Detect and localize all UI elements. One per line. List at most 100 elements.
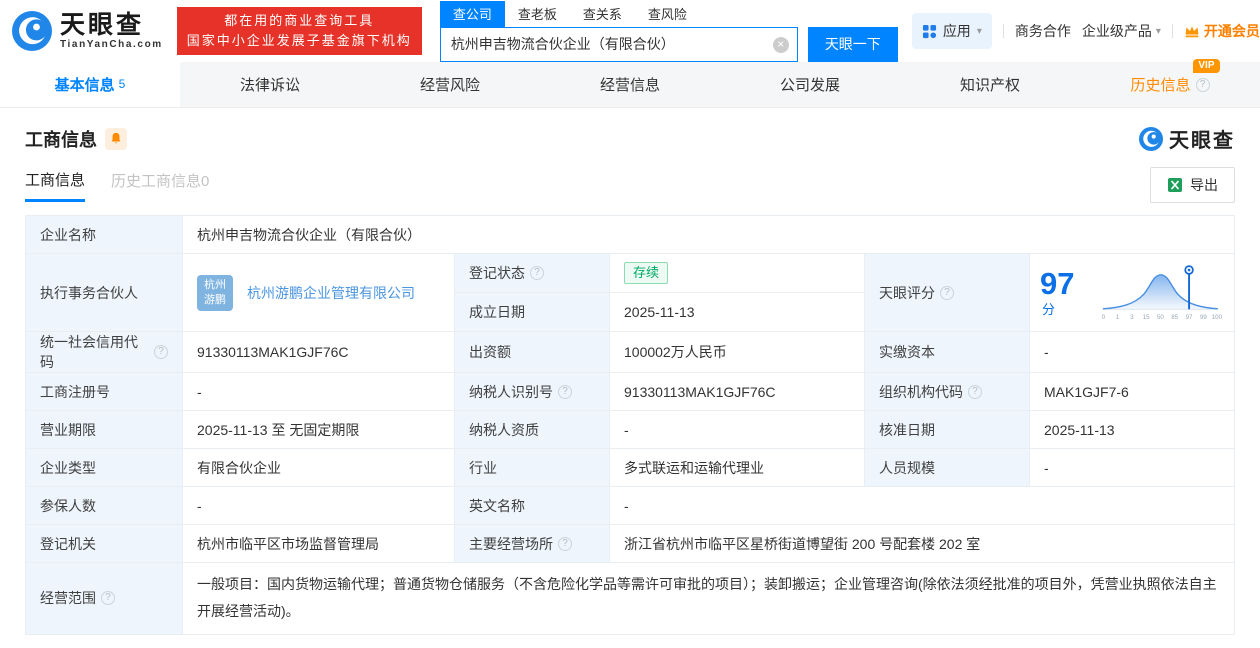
logo-title: 天眼查 bbox=[60, 10, 145, 39]
brand-slogan: 都在用的商业查询工具 国家中小企业发展子基金旗下机构 bbox=[176, 6, 422, 56]
field-label: 企业名称 bbox=[26, 216, 183, 254]
reg-number-value: - bbox=[183, 373, 455, 411]
capital-value: 100002万人民币 bbox=[610, 332, 865, 373]
crown-icon bbox=[1185, 26, 1199, 38]
tab-label: 知识产权 bbox=[959, 77, 1020, 94]
industry-value: 多式联运和运输代理业 bbox=[610, 449, 865, 487]
help-icon[interactable]: ? bbox=[154, 345, 168, 359]
paid-capital-value: - bbox=[1030, 332, 1234, 373]
table-row: 经营范围 ? 一般项目：国内货物运输代理；普通货物仓储服务（不含危险化学品等需许… bbox=[26, 563, 1234, 634]
partner-avatar[interactable]: 杭州 游鹏 bbox=[197, 274, 233, 311]
search-tab-relation[interactable]: 查关系 bbox=[570, 1, 635, 27]
search-tab-boss[interactable]: 查老板 bbox=[505, 1, 570, 27]
tianyancha-logo[interactable]: 天眼查 TianYanCha.com bbox=[12, 11, 163, 51]
business-term-value: 2025-11-13 至 无固定期限 bbox=[183, 411, 455, 449]
nav-apps[interactable]: 应用 ▾ bbox=[911, 13, 992, 49]
company-tabbar: 基本信息 5 法律诉讼 经营风险 经营信息 公司发展 知识产权 VIP 历史信息… bbox=[0, 59, 1260, 108]
nav-enterprise-label: 企业级产品 bbox=[1081, 23, 1152, 39]
nav-business-label: 商务合作 bbox=[1014, 23, 1071, 39]
subtab-business-info[interactable]: 工商信息 bbox=[25, 169, 86, 202]
tab-basic-info[interactable]: 基本信息 5 bbox=[0, 62, 180, 107]
help-icon[interactable]: ? bbox=[530, 266, 544, 280]
subtab-history-business-info[interactable]: 历史工商信息0 bbox=[111, 170, 209, 200]
tab-label: 经营风险 bbox=[419, 77, 480, 94]
help-icon[interactable]: ? bbox=[940, 285, 954, 300]
field-label: 企业类型 bbox=[26, 449, 183, 487]
help-icon[interactable]: ? bbox=[968, 384, 982, 399]
svg-text:1: 1 bbox=[1116, 313, 1120, 320]
partner-company-link[interactable]: 杭州游鹏企业管理有限公司 bbox=[247, 283, 415, 303]
field-label: 成立日期 bbox=[455, 293, 610, 332]
nav-business-cooperation[interactable]: 商务合作 bbox=[1015, 21, 1071, 41]
table-row: 企业名称 杭州申吉物流合伙企业（有限合伙） bbox=[26, 216, 1234, 254]
bell-icon bbox=[111, 132, 121, 144]
subscribe-bell-button[interactable] bbox=[105, 127, 127, 150]
help-icon[interactable]: ? bbox=[558, 536, 572, 551]
excel-icon bbox=[1168, 178, 1182, 192]
taxpayer-id-value: 91330113MAK1GJF76C bbox=[610, 373, 865, 411]
score-number: 97 bbox=[1040, 265, 1075, 301]
slogan-line2: 国家中小企业发展子基金旗下机构 bbox=[186, 33, 412, 48]
svg-text:100: 100 bbox=[1212, 313, 1223, 320]
field-label: 登记机关 bbox=[26, 525, 183, 563]
table-row: 登记机关 杭州市临平区市场监督管理局 主要经营场所 ? 浙江省杭州市临平区星桥街… bbox=[26, 525, 1234, 563]
field-label: 英文名称 bbox=[455, 487, 610, 525]
org-code-value: MAK1GJF7-6 bbox=[1030, 373, 1234, 411]
field-label: 纳税人识别号 ? bbox=[455, 373, 610, 411]
tab-intellectual-property[interactable]: 知识产权 bbox=[900, 62, 1080, 107]
divider bbox=[1171, 24, 1173, 38]
tianyancha-watermark: 天眼查 bbox=[1139, 124, 1235, 153]
search-tab-risk[interactable]: 查风险 bbox=[635, 1, 700, 27]
top-nav: 应用 ▾ 商务合作 企业级产品 ▾ 开通会员 ▾ bbox=[911, 13, 1260, 49]
logo-subtitle: TianYanCha.com bbox=[60, 39, 163, 51]
search-tab-company[interactable]: 查公司 bbox=[439, 0, 505, 27]
registration-status-value: 存续 bbox=[610, 254, 865, 293]
table-row: 营业期限 2025-11-13 至 无固定期限 纳税人资质 - 核准日期 202… bbox=[26, 411, 1234, 449]
field-label: 实缴资本 bbox=[865, 332, 1030, 373]
business-info-section: 工商信息 天眼查 工商信息 历史工商信息0 导出 企业名称 杭州申吉物流合伙企业… bbox=[0, 108, 1260, 635]
help-icon[interactable]: ? bbox=[1195, 77, 1210, 92]
clear-search-icon[interactable]: × bbox=[772, 36, 789, 53]
nav-enterprise-products[interactable]: 企业级产品 ▾ bbox=[1082, 21, 1161, 41]
section-title: 工商信息 bbox=[25, 129, 97, 150]
search-button[interactable]: 天眼一下 bbox=[807, 26, 898, 62]
help-icon[interactable]: ? bbox=[101, 591, 115, 606]
svg-text:85: 85 bbox=[1172, 313, 1179, 320]
search-input[interactable] bbox=[439, 26, 798, 62]
tianyan-score-value: 97分 0 1 3 15 50 85 97 99 100 bbox=[1030, 254, 1234, 332]
field-label: 核准日期 bbox=[865, 411, 1030, 449]
export-button[interactable]: 导出 bbox=[1150, 167, 1235, 203]
tab-operation-info[interactable]: 经营信息 bbox=[540, 62, 720, 107]
chevron-down-icon: ▾ bbox=[976, 25, 982, 37]
field-label: 行业 bbox=[455, 449, 610, 487]
tab-legal-litigation[interactable]: 法律诉讼 bbox=[180, 62, 360, 107]
tab-operation-risk[interactable]: 经营风险 bbox=[360, 62, 540, 107]
field-label: 人员规模 bbox=[865, 449, 1030, 487]
field-label: 组织机构代码 ? bbox=[865, 373, 1030, 411]
taxpayer-quality-value: - bbox=[610, 411, 865, 449]
field-label: 出资额 bbox=[455, 332, 610, 373]
tab-count-badge: 5 bbox=[118, 76, 126, 91]
help-icon[interactable]: ? bbox=[558, 384, 572, 399]
insured-count-value: - bbox=[183, 487, 455, 525]
svg-text:0: 0 bbox=[1102, 313, 1106, 320]
apps-grid-icon bbox=[922, 24, 936, 38]
staff-size-value: - bbox=[1030, 449, 1234, 487]
svg-text:15: 15 bbox=[1143, 313, 1150, 320]
tianyancha-swirl-icon bbox=[12, 11, 52, 51]
score-distribution-chart: 0 1 3 15 50 85 97 99 100 bbox=[1102, 264, 1223, 320]
svg-text:97: 97 bbox=[1186, 313, 1193, 320]
nav-open-vip[interactable]: 开通会员 ▾ bbox=[1184, 21, 1260, 41]
field-label: 主要经营场所 ? bbox=[455, 525, 610, 563]
field-label: 营业期限 bbox=[26, 411, 183, 449]
vip-badge: VIP bbox=[1193, 59, 1220, 73]
tab-company-development[interactable]: 公司发展 bbox=[720, 62, 900, 107]
tab-label: 法律诉讼 bbox=[239, 77, 300, 94]
table-row: 企业类型 有限合伙企业 行业 多式联运和运输代理业 人员规模 - bbox=[26, 449, 1234, 487]
tianyancha-swirl-icon bbox=[1139, 126, 1163, 151]
field-label: 执行事务合伙人 bbox=[26, 254, 183, 332]
company-name-value: 杭州申吉物流合伙企业（有限合伙） bbox=[183, 216, 1234, 254]
field-label: 登记状态 ? bbox=[455, 254, 610, 293]
tab-history-info[interactable]: VIP 历史信息 ? bbox=[1080, 59, 1260, 107]
svg-text:3: 3 bbox=[1131, 313, 1135, 320]
